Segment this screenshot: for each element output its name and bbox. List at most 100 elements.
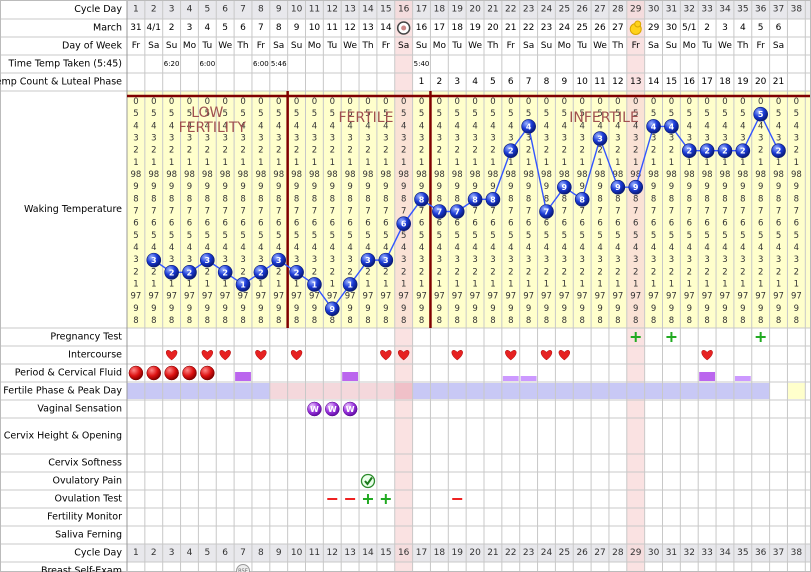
temp-scale-digit: 4 bbox=[669, 243, 674, 253]
temp-scale-digit: 9 bbox=[169, 304, 174, 314]
temp-scale-digit: 5 bbox=[330, 231, 335, 241]
temp-scale-digit: 4 bbox=[758, 243, 763, 253]
temp-scale-digit: 3 bbox=[704, 134, 709, 144]
temp-scale-digit: 7 bbox=[490, 207, 495, 217]
temp-scale-digit: 1 bbox=[187, 158, 192, 168]
cycle-day-number: 4 bbox=[187, 5, 193, 15]
temp-scale-digit: 5 bbox=[615, 231, 620, 241]
temp-scale-digit: 5 bbox=[740, 109, 745, 119]
temp-scale-digit: 8 bbox=[276, 194, 281, 204]
weekday-cell: Tu bbox=[201, 41, 212, 51]
temp-scale-digit: 3 bbox=[579, 255, 584, 265]
temp-scale-digit: 97 bbox=[488, 292, 499, 302]
temp-scale-digit: 97 bbox=[452, 292, 463, 302]
temp-scale-digit: 2 bbox=[330, 146, 335, 156]
temp-scale-digit: 9 bbox=[579, 304, 584, 314]
temp-scale-digit: 2 bbox=[419, 267, 424, 277]
temp-scale-digit: 3 bbox=[347, 255, 352, 265]
temp-scale-digit: 0 bbox=[437, 97, 442, 107]
cycle-day-number-bottom: 22 bbox=[505, 548, 516, 558]
cycle-day-number: 2 bbox=[151, 5, 157, 15]
temp-scale-digit: 98 bbox=[559, 170, 570, 180]
date-cell: 20 bbox=[487, 23, 499, 33]
temp-scale-digit: 0 bbox=[740, 97, 745, 107]
temperature-point-label: 1 bbox=[240, 280, 246, 289]
temp-scale-digit: 8 bbox=[687, 316, 692, 326]
temp-scale-digit: 2 bbox=[544, 267, 549, 277]
weekday-cell: Th bbox=[611, 41, 623, 51]
temp-scale-digit: 0 bbox=[240, 97, 245, 107]
temp-scale-digit: 4 bbox=[740, 121, 745, 131]
cycle-day-number: 28 bbox=[612, 5, 624, 15]
temperature-point-label: 9 bbox=[615, 183, 621, 192]
temp-scale-digit: 2 bbox=[794, 267, 799, 277]
temperature-point-label: 3 bbox=[276, 256, 282, 265]
weekday-cell: Sa bbox=[273, 41, 284, 51]
weekday-cell: Tu bbox=[701, 41, 712, 51]
temp-scale-digit: 5 bbox=[187, 231, 192, 241]
temp-scale-digit: 9 bbox=[258, 304, 263, 314]
temp-scale-digit: 2 bbox=[187, 146, 192, 156]
temp-scale-digit: 8 bbox=[365, 194, 370, 204]
temp-scale-digit: 7 bbox=[633, 207, 638, 217]
cycle-day-number-bottom: 9 bbox=[276, 548, 282, 558]
temperature-point-label: 4 bbox=[526, 122, 532, 131]
temp-scale-digit: 6 bbox=[472, 219, 477, 229]
cervical-fluid-bar bbox=[235, 372, 251, 381]
cycle-day-number: 1 bbox=[133, 5, 139, 15]
temp-scale-digit: 3 bbox=[169, 134, 174, 144]
temp-scale-digit: 1 bbox=[651, 279, 656, 289]
temp-scale-digit: 97 bbox=[255, 292, 266, 302]
cycle-day-number-bottom: 11 bbox=[309, 548, 320, 558]
temp-scale-digit: 5 bbox=[562, 231, 567, 241]
date-cell: 5/1 bbox=[682, 23, 696, 33]
weekday-cell: Mo bbox=[183, 41, 197, 51]
temp-scale-digit: 1 bbox=[294, 158, 299, 168]
temp-scale-digit: 9 bbox=[758, 304, 763, 314]
weekday-cell: We bbox=[218, 41, 232, 51]
temp-scale-digit: 9 bbox=[562, 304, 567, 314]
cycle-day-number: 5 bbox=[204, 5, 210, 15]
temp-scale-digit: 8 bbox=[758, 194, 763, 204]
temp-scale-digit: 9 bbox=[526, 182, 531, 192]
temp-scale-digit: 1 bbox=[490, 279, 495, 289]
temp-scale-digit: 4 bbox=[401, 121, 406, 131]
cycle-day-number-bottom: 12 bbox=[327, 548, 338, 558]
weekday-cell: Su bbox=[291, 41, 302, 51]
temp-scale-digit: 8 bbox=[758, 316, 763, 326]
temperature-point-label: 8 bbox=[419, 195, 425, 204]
cycle-day-number-bottom: 14 bbox=[362, 548, 374, 558]
temp-scale-digit: 3 bbox=[419, 255, 424, 265]
temp-scale-digit: 1 bbox=[562, 279, 567, 289]
temp-scale-digit: 9 bbox=[419, 182, 424, 192]
temp-scale-digit: 3 bbox=[615, 134, 620, 144]
temp-scale-digit: 7 bbox=[615, 207, 620, 217]
temp-scale-digit: 7 bbox=[687, 207, 692, 217]
temp-scale-digit: 0 bbox=[758, 97, 763, 107]
temp-count-cell: 14 bbox=[648, 77, 660, 87]
temp-scale-digit: 9 bbox=[508, 304, 513, 314]
temperature-point-label: 7 bbox=[454, 208, 460, 217]
temp-scale-digit: 7 bbox=[401, 207, 406, 217]
temp-scale-digit: 3 bbox=[687, 255, 692, 265]
temp-scale-digit: 4 bbox=[544, 243, 549, 253]
temp-scale-digit: 2 bbox=[133, 146, 138, 156]
temp-scale-digit: 5 bbox=[651, 109, 656, 119]
cycle-day-number-bottom: 2 bbox=[151, 548, 157, 558]
temp-scale-digit: 1 bbox=[294, 279, 299, 289]
temp-scale-digit: 97 bbox=[327, 292, 338, 302]
temp-scale-digit: 5 bbox=[758, 231, 763, 241]
temp-scale-digit: 6 bbox=[490, 219, 495, 229]
cycle-day-number: 11 bbox=[309, 5, 320, 15]
cycle-day-number: 18 bbox=[434, 5, 446, 15]
weekday-cell: Th bbox=[736, 41, 748, 51]
temp-scale-digit: 8 bbox=[687, 194, 692, 204]
temp-scale-digit: 8 bbox=[562, 194, 567, 204]
temp-scale-digit: 2 bbox=[597, 267, 602, 277]
temp-scale-digit: 8 bbox=[347, 316, 352, 326]
temp-scale-digit: 97 bbox=[131, 292, 142, 302]
temp-scale-digit: 9 bbox=[776, 182, 781, 192]
temp-scale-digit: 9 bbox=[687, 304, 692, 314]
temp-scale-digit: 2 bbox=[347, 267, 352, 277]
temp-count-cell: 21 bbox=[773, 77, 784, 87]
